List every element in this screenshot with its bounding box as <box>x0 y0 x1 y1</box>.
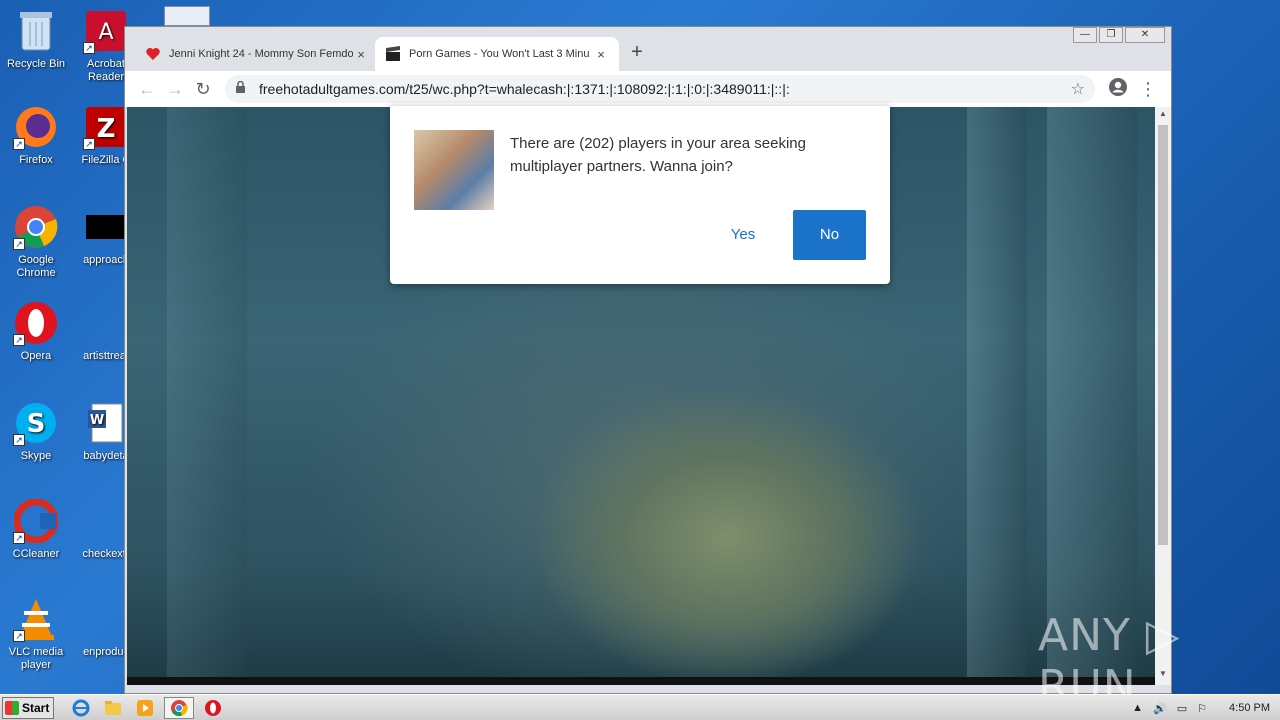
tab-jenni-knight[interactable]: Jenni Knight 24 - Mommy Son Femdo × <box>135 37 379 71</box>
desktop-icon-label: CCleaner <box>12 548 60 560</box>
desktop-icon-vlc[interactable]: ↗ VLC media player <box>0 596 72 672</box>
new-tab-button[interactable]: + <box>625 41 649 64</box>
file-explorer-icon[interactable] <box>100 697 126 719</box>
desktop-icon-label: Recycle Bin <box>6 58 66 70</box>
desktop-icon-label: Firefox <box>19 154 53 166</box>
reload-button[interactable]: ↻ <box>189 79 217 100</box>
desktop-icon-label: Skype <box>20 450 52 462</box>
vlc-icon: ↗ <box>13 596 59 642</box>
clapperboard-icon <box>385 46 401 62</box>
background-pillar <box>1047 107 1137 685</box>
firefox-icon: ↗ <box>13 104 59 150</box>
windows-flag-icon <box>5 700 19 715</box>
video-bottom-bar <box>127 677 1155 685</box>
background-pillar <box>167 107 247 685</box>
action-center-flag-icon[interactable]: ⚐ <box>1197 702 1207 715</box>
chrome-icon: ↗ <box>13 204 59 250</box>
opera-taskbar-icon[interactable] <box>200 697 226 719</box>
acrobat-icon: A ↗ <box>83 8 129 54</box>
opera-icon: ↗ <box>13 300 59 346</box>
menu-kebab-icon[interactable]: ⋮ <box>1133 79 1163 100</box>
filezilla-icon: Z ↗ <box>83 104 129 150</box>
desktop-icon-google-chrome[interactable]: ↗ Google Chrome <box>0 204 72 280</box>
close-window-button[interactable]: ✕ <box>1125 27 1165 43</box>
media-player-icon[interactable] <box>132 697 158 719</box>
no-button[interactable]: No <box>793 210 866 260</box>
notification-popup: There are (202) players in your area see… <box>390 106 890 284</box>
file-icon <box>83 204 129 250</box>
url-text[interactable]: freehotadultgames.com/t25/wc.php?t=whale… <box>259 81 1071 97</box>
scrollbar-thumb[interactable] <box>1158 125 1168 545</box>
desktop-icon-label: Google Chrome <box>16 254 56 279</box>
chrome-taskbar-icon[interactable] <box>164 696 194 719</box>
browser-toolbar: ← → ↻ freehotadultgames.com/t25/wc.php?t… <box>125 71 1171 107</box>
tab-close-icon[interactable]: × <box>353 47 369 62</box>
heart-icon <box>145 46 161 62</box>
desktop-icon-ccleaner[interactable]: ↗ CCleaner <box>0 498 72 561</box>
internet-explorer-icon[interactable] <box>68 697 94 719</box>
svg-text:Z: Z <box>97 114 116 144</box>
start-label: Start <box>22 700 50 715</box>
desktop-document-icon[interactable] <box>164 6 210 26</box>
restore-button[interactable]: ❐ <box>1099 27 1123 43</box>
file-icon <box>83 596 129 642</box>
desktop-icon-firefox[interactable]: ↗ Firefox <box>0 104 72 167</box>
window-controls: — ❐ ✕ <box>1071 27 1165 43</box>
desktop-icon-recycle-bin[interactable]: Recycle Bin <box>0 8 72 71</box>
profile-icon[interactable] <box>1103 77 1133 102</box>
desktop-icon-opera[interactable]: ↗ Opera <box>0 300 72 363</box>
popup-thumbnail-image <box>414 130 494 210</box>
taskbar: Start ▲ 🔊 ▭ ⚐ 4:50 PM <box>0 694 1280 720</box>
yes-button[interactable]: Yes <box>708 210 778 260</box>
page-scrollbar[interactable]: ▲ ▼ <box>1155 107 1171 685</box>
tab-title: Jenni Knight 24 - Mommy Son Femdo <box>169 48 353 60</box>
network-icon[interactable]: ▭ <box>1177 702 1187 715</box>
svg-text:A: A <box>98 20 113 45</box>
word-document-icon: W <box>83 400 129 446</box>
scroll-up-arrow-icon[interactable]: ▲ <box>1155 109 1171 123</box>
back-button[interactable]: ← <box>133 79 161 100</box>
svg-text:S: S <box>27 409 46 439</box>
ccleaner-icon: ↗ <box>13 498 59 544</box>
tray-expand-icon[interactable]: ▲ <box>1132 702 1143 714</box>
tab-title: Porn Games - You Won't Last 3 Minu <box>409 48 590 60</box>
background-pillar <box>967 107 1027 685</box>
svg-text:W: W <box>90 413 104 428</box>
desktop-icon-label: Opera <box>20 350 52 362</box>
popup-message: There are (202) players in your area see… <box>510 135 806 175</box>
clock[interactable]: 4:50 PM <box>1229 702 1270 714</box>
lock-icon[interactable] <box>235 80 249 97</box>
address-bar[interactable]: freehotadultgames.com/t25/wc.php?t=whale… <box>225 75 1095 103</box>
tab-porn-games[interactable]: Porn Games - You Won't Last 3 Minu × <box>375 37 619 71</box>
minimize-button[interactable]: — <box>1073 27 1097 43</box>
tab-strip: Jenni Knight 24 - Mommy Son Femdo × Porn… <box>125 27 1171 71</box>
start-button[interactable]: Start <box>2 696 54 719</box>
system-tray: ▲ 🔊 ▭ ⚐ 4:50 PM <box>1122 695 1280 720</box>
bookmark-star-icon[interactable]: ☆ <box>1071 79 1085 99</box>
skype-icon: S ↗ <box>13 400 59 446</box>
file-icon <box>83 300 129 346</box>
desktop-icon-label: VLC media player <box>8 646 64 671</box>
forward-button[interactable]: → <box>161 79 189 100</box>
recycle-bin-icon <box>13 8 59 54</box>
file-icon <box>83 498 129 544</box>
tab-close-icon[interactable]: × <box>593 47 609 62</box>
desktop-icon-skype[interactable]: S ↗ Skype <box>0 400 72 463</box>
volume-icon[interactable]: 🔊 <box>1153 702 1167 715</box>
